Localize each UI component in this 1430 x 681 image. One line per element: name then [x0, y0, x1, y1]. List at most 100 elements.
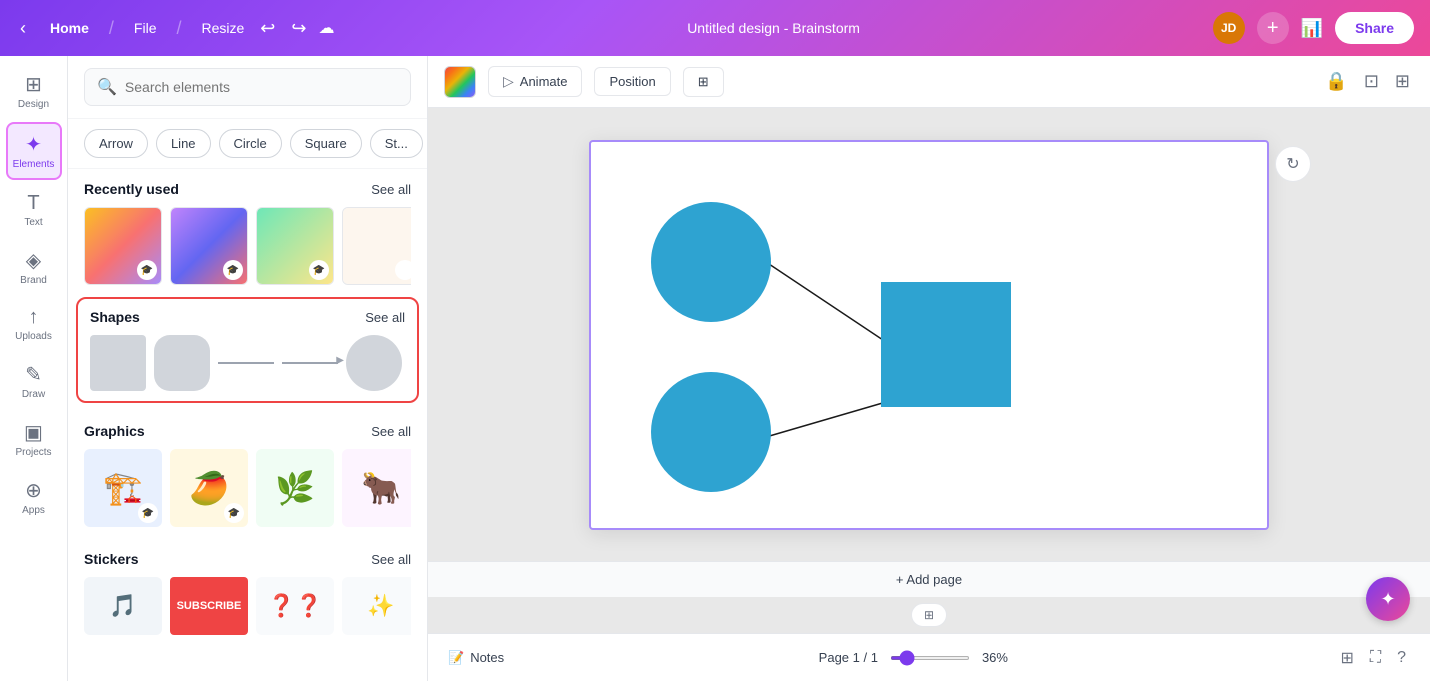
shape-arrow[interactable]: [282, 362, 338, 364]
graphics-title: Graphics: [84, 423, 145, 439]
topbar-right: JD + 📊 Share: [1213, 12, 1414, 44]
sidebar-label-uploads: Uploads: [15, 331, 52, 342]
shape-circle-icon: [346, 335, 402, 391]
search-icon: 🔍: [97, 77, 117, 97]
canvas-refresh-button[interactable]: ↻: [1275, 146, 1311, 182]
shapes-header: Shapes See all: [90, 309, 405, 325]
canvas-toolbar-right: 🔒 ⊡ ⊞: [1321, 67, 1414, 96]
shapes-grid: ›: [90, 335, 405, 391]
search-input[interactable]: [125, 79, 398, 95]
recent-item-4[interactable]: [342, 207, 411, 285]
copy-button[interactable]: ⊡: [1360, 67, 1383, 96]
canvas-toolbar: ▷ Animate Position ⊞ 🔒 ⊡ ⊞: [428, 56, 1430, 108]
graphic-item-2[interactable]: 🥭 🎓: [170, 449, 248, 527]
graphics-see-all[interactable]: See all: [371, 424, 411, 439]
add-page-button[interactable]: + Add page: [896, 572, 962, 587]
sticker-icon-3: ❓❓: [268, 593, 323, 619]
sidebar-item-uploads[interactable]: ↑ Uploads: [6, 298, 62, 350]
uploads-icon: ↑: [29, 306, 39, 329]
sticker-item-4[interactable]: ✨: [342, 577, 411, 635]
undo-button[interactable]: ↩: [256, 14, 279, 43]
notes-label: Notes: [470, 650, 504, 665]
elements-icon: ✦: [25, 132, 42, 157]
shape-square[interactable]: [90, 335, 146, 391]
canvas-rectangle[interactable]: [881, 282, 1011, 407]
recent-item-2[interactable]: 🎓: [170, 207, 248, 285]
show-pages-area: ⊞: [428, 597, 1430, 633]
filter-tag-st[interactable]: St...: [370, 129, 423, 158]
filter-tag-line[interactable]: Line: [156, 129, 211, 158]
avatar[interactable]: JD: [1213, 12, 1245, 44]
position-button[interactable]: Position: [594, 67, 670, 96]
help-button[interactable]: ?: [1393, 645, 1410, 671]
projects-icon: ▣: [24, 420, 43, 445]
shapes-section: Shapes See all ›: [76, 297, 419, 403]
graphics-header: Graphics See all: [84, 423, 411, 439]
sidebar-label-brand: Brand: [20, 275, 47, 286]
grid-view-button[interactable]: ⊞: [1336, 644, 1357, 672]
sidebar-item-draw[interactable]: ✎ Draw: [6, 354, 62, 408]
add-page-label: + Add page: [896, 572, 962, 587]
canvas-circle-top[interactable]: [651, 202, 771, 322]
recently-used-see-all[interactable]: See all: [371, 182, 411, 197]
filter-button[interactable]: ⊞: [683, 67, 724, 97]
stickers-see-all[interactable]: See all: [371, 552, 411, 567]
graphic-item-1[interactable]: 🏗️ 🎓: [84, 449, 162, 527]
sidebar-item-elements[interactable]: ✦ Elements: [6, 122, 62, 180]
recent-item-1[interactable]: 🎓: [84, 207, 162, 285]
show-pages-button[interactable]: ⊞: [911, 603, 947, 627]
sidebar-item-apps[interactable]: ⊕ Apps: [6, 470, 62, 524]
zoom-slider[interactable]: [890, 656, 970, 660]
bottom-center: Page 1 / 1 36%: [520, 650, 1320, 665]
shapes-see-all[interactable]: See all: [365, 310, 405, 325]
redo-button[interactable]: ↪: [287, 14, 310, 43]
elements-panel: 🔍 Arrow Line Circle Square St... Recentl…: [68, 56, 428, 681]
filter-tags: Arrow Line Circle Square St...: [68, 119, 427, 169]
separator: /: [109, 18, 114, 39]
share-button[interactable]: Share: [1335, 12, 1414, 44]
canva-assist-button[interactable]: ✦: [1366, 577, 1410, 621]
filter-icon: ⊞: [698, 74, 709, 90]
sticker-item-2[interactable]: SUBSCRIBE: [170, 577, 248, 635]
shape-circle[interactable]: [346, 335, 402, 391]
graphic-badge-1: 🎓: [138, 503, 158, 523]
graphic-item-3[interactable]: 🌿: [256, 449, 334, 527]
filter-tag-square[interactable]: Square: [290, 129, 362, 158]
add-collaborator-button[interactable]: +: [1257, 12, 1289, 44]
sidebar-item-text[interactable]: T Text: [6, 184, 62, 236]
animate-button[interactable]: ▷ Animate: [488, 66, 582, 97]
recent-badge-3: 🎓: [309, 260, 329, 280]
cloud-sync-button[interactable]: ☁: [318, 18, 334, 38]
sticker-item-1[interactable]: 🎵: [84, 577, 162, 635]
lock-button[interactable]: 🔒: [1321, 67, 1351, 96]
draw-icon: ✎: [25, 362, 42, 387]
design-canvas[interactable]: ↻: [589, 140, 1269, 530]
shape-line-icon: [218, 362, 274, 364]
resize-menu[interactable]: Resize: [202, 20, 245, 36]
graphic-icon-4: 🐂: [361, 469, 401, 507]
shape-line[interactable]: [218, 362, 274, 364]
sidebar-item-projects[interactable]: ▣ Projects: [6, 412, 62, 466]
recent-item-3[interactable]: 🎓: [256, 207, 334, 285]
filter-tag-arrow[interactable]: Arrow: [84, 129, 148, 158]
brand-icon: ◈: [26, 248, 41, 273]
sidebar-item-brand[interactable]: ◈ Brand: [6, 240, 62, 294]
expand-button[interactable]: ⊞: [1391, 67, 1414, 96]
color-swatch[interactable]: [444, 66, 476, 98]
fullscreen-button[interactable]: ⛶: [1366, 645, 1385, 671]
recent-badge-4: [395, 260, 411, 280]
filter-tag-circle[interactable]: Circle: [219, 129, 282, 158]
stickers-title: Stickers: [84, 551, 138, 567]
canvas-circle-bottom[interactable]: [651, 372, 771, 492]
graphic-item-4[interactable]: 🐂: [342, 449, 411, 527]
back-button[interactable]: ‹: [16, 14, 30, 43]
stats-icon[interactable]: 📊: [1301, 18, 1323, 39]
graphic-badge-2: 🎓: [224, 503, 244, 523]
sticker-item-3[interactable]: ❓❓: [256, 577, 334, 635]
file-menu[interactable]: File: [134, 20, 157, 36]
sidebar-item-design[interactable]: ⊞ Design: [6, 64, 62, 118]
shape-arrow-icon: [282, 362, 338, 364]
shape-rounded-rect[interactable]: [154, 335, 210, 391]
home-link[interactable]: Home: [50, 20, 89, 36]
notes-button[interactable]: 📝 Notes: [448, 650, 504, 666]
